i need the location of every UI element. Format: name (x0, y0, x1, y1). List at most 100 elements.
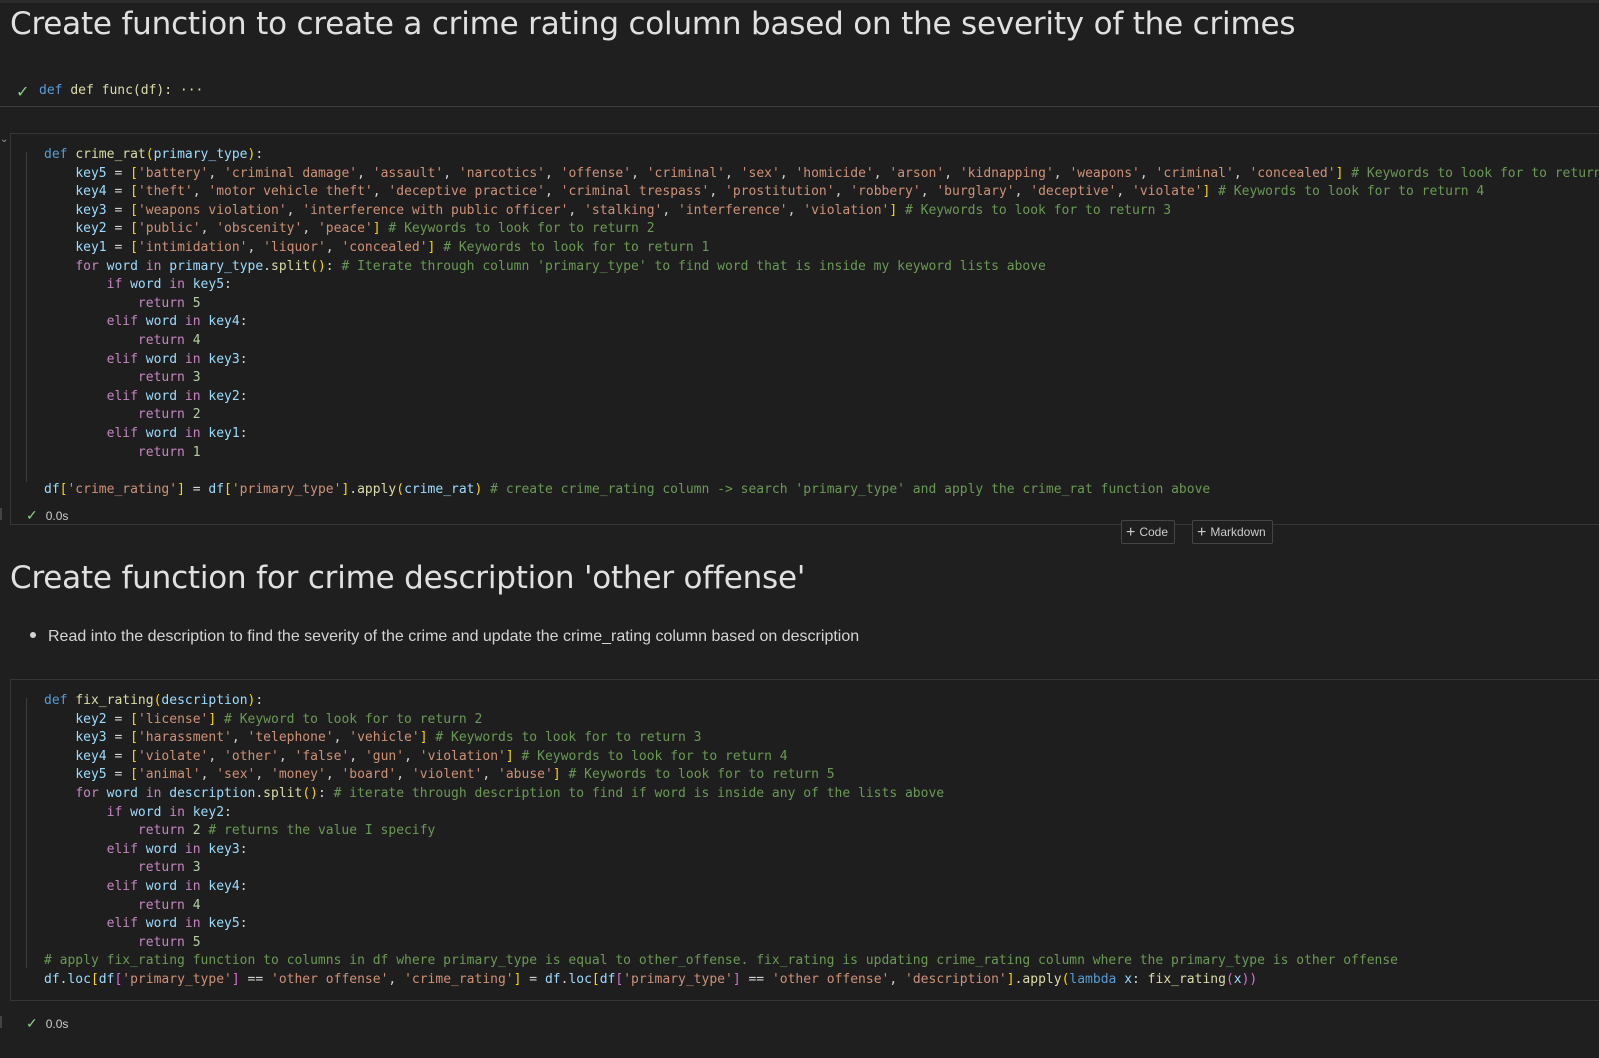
code-line[interactable]: elif word in key2: (44, 388, 1599, 407)
code-token: , (192, 184, 209, 200)
code-line[interactable]: df.loc[df['primary_type'] == 'other offe… (44, 971, 1398, 990)
code-line[interactable]: elif word in key3: (44, 351, 1599, 370)
code-token: [ (130, 711, 138, 727)
code-token: key2 (75, 711, 107, 727)
code-line[interactable] (44, 462, 1599, 481)
code-token: ] (177, 481, 185, 497)
code-token: 2 (192, 407, 201, 423)
collapsed-code-cell[interactable]: ✓ def def func(df): ··· (0, 76, 1599, 107)
code-line[interactable]: def crime_rat(primary_type): (44, 146, 1599, 165)
code-token: 4 (192, 332, 201, 348)
code-token: : (239, 878, 248, 894)
code-line[interactable]: key1 = ['intimidation', 'liquor', 'conce… (44, 239, 1599, 258)
code-token: [ (224, 481, 232, 497)
add-code-label: Code (1139, 525, 1169, 539)
code-line[interactable]: return 3 (44, 369, 1599, 388)
code-token: [ (130, 239, 138, 255)
code-token: word (106, 258, 138, 274)
code-cell-fix-rating[interactable]: def fix_rating(description): key2 = ['li… (10, 679, 1599, 1001)
code-line[interactable]: elif word in key4: (44, 313, 1599, 332)
code-token: , (544, 184, 561, 200)
code-token: = (106, 202, 131, 218)
code-token: , (1014, 184, 1031, 200)
code-editor-crime-rat[interactable]: def crime_rat(primary_type): key5 = ['ba… (44, 146, 1599, 499)
code-line[interactable]: key5 = ['animal', 'sex', 'money', 'board… (44, 766, 1398, 785)
code-line[interactable]: key2 = ['public', 'obscenity', 'peace'] … (44, 220, 1599, 239)
code-line[interactable]: elif word in key1: (44, 425, 1599, 444)
code-line[interactable]: return 2 # returns the value I specify (44, 822, 1398, 841)
cell-side-marker (0, 508, 2, 520)
code-token: , (325, 239, 342, 255)
code-line[interactable]: return 2 (44, 406, 1599, 425)
code-token: ] (1006, 971, 1015, 987)
code-line[interactable]: elif word in key5: (44, 915, 1398, 934)
code-token: 'violation' (803, 202, 890, 218)
code-token: 'interference with public officer' (302, 202, 569, 218)
code-line[interactable]: key3 = ['harassment', 'telephone', 'vehi… (44, 729, 1398, 748)
code-token: [ (90, 971, 99, 987)
code-token: split (263, 785, 303, 801)
code-line[interactable]: key4 = ['theft', 'motor vehicle theft', … (44, 183, 1599, 202)
code-token: , (357, 165, 373, 181)
code-line[interactable]: key4 = ['violate', 'other', 'false', 'gu… (44, 748, 1398, 767)
code-token: 3 (192, 860, 201, 876)
code-line[interactable]: elif word in key3: (44, 841, 1398, 860)
code-line[interactable]: key2 = ['license'] # Keyword to look for… (44, 711, 1398, 730)
code-line[interactable]: for word in primary_type.split(): # Iter… (44, 258, 1599, 277)
code-token: key3 (208, 351, 240, 367)
code-token: # Keywords to look for to return 3 (435, 730, 702, 746)
code-line[interactable]: if word in key2: (44, 804, 1398, 823)
code-token: = (106, 184, 131, 200)
collapsed-code-preview[interactable]: def def func(df): ··· (39, 83, 203, 98)
code-token: () (302, 785, 318, 801)
code-token: return (137, 897, 193, 913)
code-line[interactable]: return 3 (44, 859, 1398, 878)
code-token: , (255, 767, 272, 783)
code-line[interactable]: for word in description.split(): # itera… (44, 785, 1398, 804)
code-token: 'description' (905, 971, 1007, 987)
code-token: 'assault' (372, 165, 444, 181)
code-line[interactable]: key3 = ['weapons violation', 'interferen… (44, 202, 1599, 221)
code-cell-crime-rat[interactable]: def crime_rat(primary_type): key5 = ['ba… (10, 133, 1599, 525)
code-token: , (231, 730, 248, 746)
chevron-down-icon[interactable]: ⌄ (0, 134, 8, 145)
code-token: elif (106, 841, 146, 857)
code-line[interactable]: elif word in key4: (44, 878, 1398, 897)
code-token: [ (130, 767, 138, 783)
code-token: # Keywords to look for to return 2 (388, 221, 655, 237)
code-line[interactable]: return 4 (44, 897, 1398, 916)
add-code-cell-button[interactable]: + Code (1121, 520, 1176, 544)
code-line[interactable]: key5 = ['battery', 'criminal damage', 'a… (44, 165, 1599, 184)
code-line[interactable]: return 1 (44, 444, 1599, 463)
code-token: df (599, 971, 616, 987)
code-line[interactable]: return 4 (44, 332, 1599, 351)
code-line[interactable]: df['crime_rating'] = df['primary_type'].… (44, 481, 1599, 500)
code-line[interactable]: return 5 (44, 934, 1398, 953)
code-token: x (1233, 971, 1242, 987)
code-editor-fix-rating[interactable]: def fix_rating(description): key2 = ['li… (44, 692, 1398, 990)
code-line[interactable]: if word in key5: (44, 276, 1599, 295)
code-token: 'criminal' (646, 165, 726, 181)
check-icon: ✓ (26, 507, 38, 523)
code-token: ] (505, 748, 514, 764)
code-token: , (568, 202, 585, 218)
code-token: : (1132, 971, 1148, 987)
code-token: 'abuse' (498, 767, 553, 783)
code-token: 'vehicle' (349, 730, 420, 746)
add-markdown-cell-button[interactable]: + Markdown (1192, 520, 1273, 544)
code-line[interactable]: def fix_rating(description): (44, 692, 1398, 711)
code-token: . (263, 258, 271, 274)
code-token: word (145, 314, 178, 330)
code-line[interactable]: # apply fix_rating function to columns i… (44, 952, 1398, 971)
code-token: 'violate' (1132, 184, 1203, 200)
plus-icon: + (1126, 524, 1136, 541)
code-token: key2 (208, 388, 240, 404)
code-line[interactable]: return 5 (44, 295, 1599, 314)
